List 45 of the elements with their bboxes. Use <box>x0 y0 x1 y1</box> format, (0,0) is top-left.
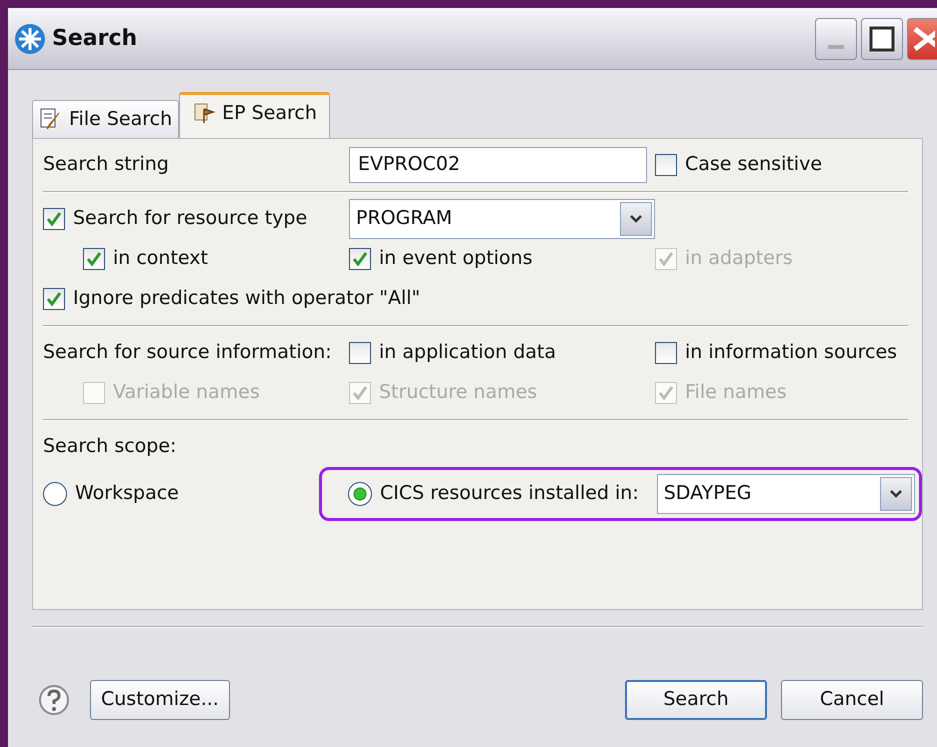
search-string-field[interactable]: EVPROC02 <box>349 146 647 182</box>
checkbox-label: Search for resource type <box>73 206 308 232</box>
checkbox-label: Case sensitive <box>685 152 822 178</box>
section-label: Search scope: <box>43 434 176 460</box>
maximize-icon <box>869 26 895 52</box>
checkbox-label: in adapters <box>685 246 793 272</box>
dialog-button[interactable]: Search <box>625 680 767 720</box>
field-label: Search string <box>43 152 170 178</box>
scope-dropdown[interactable]: SDAYPEG <box>656 474 915 514</box>
app-icon <box>14 22 46 54</box>
flag-document-icon <box>192 101 216 126</box>
checkbox-label: in context <box>113 246 208 272</box>
tab[interactable]: File Search <box>32 100 180 138</box>
checkbox-label: File names <box>685 380 787 406</box>
tab[interactable]: EP Search <box>179 92 330 138</box>
help-icon[interactable] <box>38 684 70 716</box>
dialog-button[interactable]: Cancel <box>781 680 923 720</box>
checkbox[interactable] <box>83 248 105 270</box>
checkbox[interactable] <box>349 248 371 270</box>
radio-label: Workspace <box>75 481 179 506</box>
checkbox[interactable] <box>655 342 677 364</box>
radio-button[interactable] <box>348 482 372 506</box>
minimize-icon <box>828 44 844 48</box>
radio-label: CICS resources installed in: <box>380 481 639 506</box>
checkbox-label: Ignore predicates with operator "All" <box>73 286 420 312</box>
maximize-button[interactable] <box>861 18 903 60</box>
close-icon <box>910 24 934 52</box>
checkbox[interactable] <box>43 288 65 310</box>
checkbox-label: in information sources <box>685 340 898 366</box>
checkbox-label: Structure names <box>379 380 538 406</box>
caret-icon <box>620 202 652 236</box>
window-title: Search <box>52 25 138 53</box>
checkbox[interactable] <box>349 342 371 364</box>
dialog-button[interactable]: Customize... <box>90 680 230 720</box>
section-label: Search for source information: <box>43 340 333 366</box>
radio-button[interactable] <box>43 482 67 506</box>
checkbox[interactable] <box>655 154 677 176</box>
caret-icon <box>880 476 912 510</box>
resource-type-dropdown[interactable]: PROGRAM <box>349 198 655 238</box>
checkbox-label: in application data <box>379 340 556 366</box>
checkbox-label: Variable names <box>113 380 260 406</box>
checkbox-label: in event options <box>379 246 532 272</box>
radio-dot-icon <box>353 486 367 500</box>
close-button[interactable] <box>907 18 937 60</box>
checkbox[interactable] <box>43 208 65 230</box>
